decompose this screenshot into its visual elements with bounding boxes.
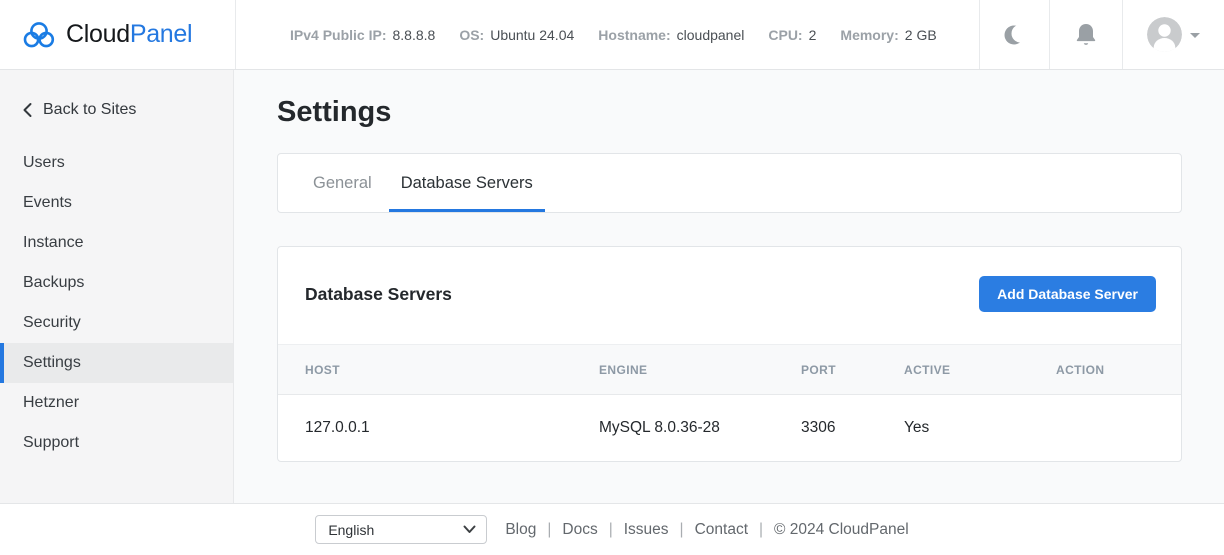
language-select-wrap: English xyxy=(315,515,487,544)
sidebar-item-security[interactable]: Security xyxy=(0,303,233,343)
sidebar-item-instance[interactable]: Instance xyxy=(0,223,233,263)
settings-tabs: General Database Servers xyxy=(277,153,1182,213)
cloudpanel-app: CloudPanel IPv4 Public IP: 8.8.8.8 OS: U… xyxy=(0,0,1224,555)
back-to-sites-link[interactable]: Back to Sites xyxy=(0,96,233,124)
chevron-left-icon xyxy=(22,102,33,118)
card-header: Database Servers Add Database Server xyxy=(278,247,1181,344)
table-row: 127.0.0.1 MySQL 8.0.36-28 3306 Yes xyxy=(278,395,1181,461)
footer-link-docs[interactable]: Docs xyxy=(562,521,597,539)
add-database-server-button[interactable]: Add Database Server xyxy=(979,276,1156,312)
header-actions xyxy=(979,0,1224,69)
server-info-hostname: Hostname: cloudpanel xyxy=(598,27,744,43)
language-select[interactable]: English xyxy=(315,515,487,544)
footer: English Blog | Docs | Issues | Contact |… xyxy=(0,503,1224,555)
footer-link-blog[interactable]: Blog xyxy=(505,521,536,539)
sidebar-item-users[interactable]: Users xyxy=(0,143,233,183)
cell-port: 3306 xyxy=(801,395,904,461)
footer-link-issues[interactable]: Issues xyxy=(624,521,669,539)
column-port: PORT xyxy=(801,345,904,395)
table-header-row: HOST ENGINE PORT ACTIVE ACTION xyxy=(278,345,1181,395)
tab-general[interactable]: General xyxy=(301,154,384,212)
back-to-sites-label: Back to Sites xyxy=(43,101,136,119)
database-servers-table: HOST ENGINE PORT ACTIVE ACTION 127.0.0.1… xyxy=(278,344,1181,461)
footer-separator: | xyxy=(759,521,763,539)
sidebar: Back to Sites Users Events Instance Back… xyxy=(0,70,234,503)
column-host: HOST xyxy=(278,345,599,395)
sidebar-item-events[interactable]: Events xyxy=(0,183,233,223)
cell-engine: MySQL 8.0.36-28 xyxy=(599,395,801,461)
sidebar-item-backups[interactable]: Backups xyxy=(0,263,233,303)
footer-separator: | xyxy=(609,521,613,539)
header: CloudPanel IPv4 Public IP: 8.8.8.8 OS: U… xyxy=(0,0,1224,70)
cloudpanel-logo[interactable]: CloudPanel xyxy=(0,0,236,69)
footer-links: Blog | Docs | Issues | Contact | © 2024 … xyxy=(505,521,908,539)
server-info-os: OS: Ubuntu 24.04 xyxy=(459,27,574,43)
page-title: Settings xyxy=(277,97,1182,128)
column-active: ACTIVE xyxy=(904,345,1056,395)
notifications-button[interactable] xyxy=(1049,0,1122,69)
cell-host: 127.0.0.1 xyxy=(278,395,599,461)
sidebar-item-settings[interactable]: Settings xyxy=(0,343,233,383)
cloud-logo-icon xyxy=(22,20,56,50)
server-info-cpu: CPU: 2 xyxy=(768,27,816,43)
server-info-memory: Memory: 2 GB xyxy=(840,27,936,43)
moon-icon xyxy=(1002,22,1028,48)
column-engine: ENGINE xyxy=(599,345,801,395)
server-info-bar: IPv4 Public IP: 8.8.8.8 OS: Ubuntu 24.04… xyxy=(236,0,979,69)
sidebar-menu: Users Events Instance Backups Security S… xyxy=(0,143,233,463)
bell-icon xyxy=(1074,22,1098,48)
dark-mode-toggle[interactable] xyxy=(979,0,1049,69)
sidebar-item-support[interactable]: Support xyxy=(0,423,233,463)
user-menu[interactable] xyxy=(1122,0,1224,69)
copyright-text: © 2024 CloudPanel xyxy=(774,521,909,539)
card-title: Database Servers xyxy=(305,284,452,305)
database-servers-card: Database Servers Add Database Server HOS… xyxy=(277,246,1182,462)
avatar xyxy=(1147,17,1182,52)
cell-active: Yes xyxy=(904,395,1056,461)
cell-action xyxy=(1056,395,1181,461)
footer-separator: | xyxy=(547,521,551,539)
footer-link-contact[interactable]: Contact xyxy=(695,521,748,539)
sidebar-item-hetzner[interactable]: Hetzner xyxy=(0,383,233,423)
column-action: ACTION xyxy=(1056,345,1181,395)
tab-database-servers[interactable]: Database Servers xyxy=(389,154,545,212)
server-info-ip: IPv4 Public IP: 8.8.8.8 xyxy=(290,27,435,43)
logo-text: CloudPanel xyxy=(66,20,192,49)
footer-separator: | xyxy=(680,521,684,539)
chevron-down-icon xyxy=(1190,33,1200,38)
main-content: Settings General Database Servers Databa… xyxy=(234,70,1224,503)
